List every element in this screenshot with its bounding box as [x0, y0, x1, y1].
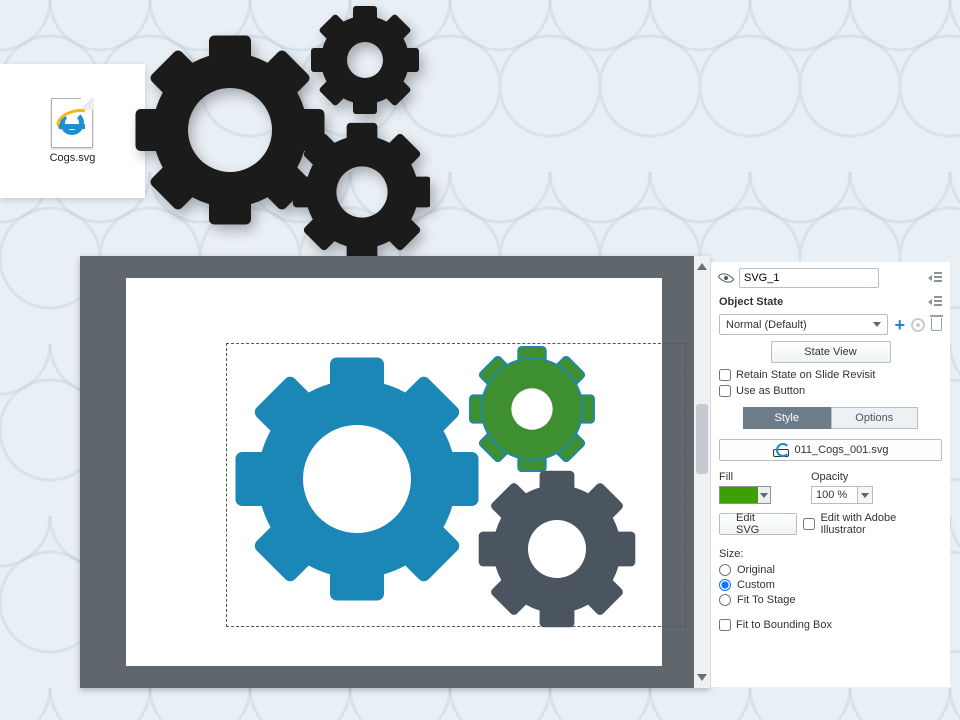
editor-vscroll[interactable] — [694, 256, 710, 688]
ie-icon — [60, 111, 84, 135]
fill-dropdown-icon[interactable] — [758, 487, 770, 503]
edit-illustrator-checkbox[interactable]: Edit with Adobe Illustrator — [803, 512, 942, 536]
size-custom-radio[interactable]: Custom — [719, 579, 942, 591]
fill-label: Fill — [719, 471, 771, 483]
use-as-button-label: Use as Button — [736, 385, 805, 397]
selection-bounds[interactable] — [226, 343, 686, 627]
edit-svg-button[interactable]: Edit SVG — [719, 513, 797, 535]
state-dropdown[interactable]: Normal (Default) — [719, 314, 888, 335]
size-label: Size: — [719, 548, 942, 560]
tab-options[interactable]: Options — [831, 407, 919, 429]
fill-swatch[interactable] — [719, 486, 771, 504]
opacity-label: Opacity — [811, 471, 873, 483]
file-label: Cogs.svg — [47, 151, 99, 165]
style-options-tabs: Style Options — [743, 407, 918, 429]
edit-illustrator-label: Edit with Adobe Illustrator — [820, 512, 942, 536]
use-as-button-checkbox[interactable]: Use as Button — [719, 385, 942, 397]
size-radiogroup: Original Custom Fit To Stage — [719, 564, 942, 606]
object-state-heading: Object State — [719, 296, 783, 308]
panel-menu-icon[interactable] — [930, 272, 942, 284]
desktop-area: Cogs.svg — [0, 64, 145, 198]
opacity-dropdown-icon[interactable] — [857, 486, 873, 504]
svg-file[interactable]: Cogs.svg — [47, 98, 99, 165]
state-target-icon[interactable] — [911, 318, 925, 332]
visibility-icon[interactable] — [719, 271, 733, 285]
fit-bbox-checkbox[interactable]: Fit to Bounding Box — [719, 619, 942, 631]
opacity-value[interactable]: 100 % — [811, 486, 857, 504]
cogs-graphic-dark — [130, 0, 430, 275]
object-name-input[interactable] — [739, 268, 879, 288]
retain-state-checkbox[interactable]: Retain State on Slide Revisit — [719, 369, 942, 381]
scroll-thumb[interactable] — [696, 404, 708, 474]
retain-state-label: Retain State on Slide Revisit — [736, 369, 875, 381]
scroll-up-icon[interactable] — [697, 260, 707, 270]
properties-panel: Object State Normal (Default) + State Vi… — [710, 262, 950, 687]
delete-state-icon[interactable] — [931, 318, 942, 331]
state-dropdown-value: Normal (Default) — [726, 319, 807, 331]
chevron-down-icon — [873, 322, 881, 327]
svg-object[interactable] — [227, 344, 687, 628]
svg-file-icon — [773, 443, 789, 457]
state-menu-icon[interactable] — [930, 296, 942, 308]
tab-style[interactable]: Style — [743, 407, 831, 429]
add-state-icon[interactable]: + — [894, 318, 905, 332]
file-page-icon — [51, 98, 93, 148]
fit-bbox-label: Fit to Bounding Box — [736, 619, 832, 631]
state-view-button[interactable]: State View — [771, 341, 891, 363]
scroll-down-icon[interactable] — [697, 674, 707, 684]
svg-filename-label: 011_Cogs_001.svg — [795, 444, 889, 456]
canvas[interactable] — [126, 278, 662, 666]
editor-stage — [80, 256, 710, 688]
size-fit-radio[interactable]: Fit To Stage — [719, 594, 942, 606]
size-original-radio[interactable]: Original — [719, 564, 942, 576]
svg-source-bar[interactable]: 011_Cogs_001.svg — [719, 439, 942, 461]
fill-color — [720, 487, 758, 503]
